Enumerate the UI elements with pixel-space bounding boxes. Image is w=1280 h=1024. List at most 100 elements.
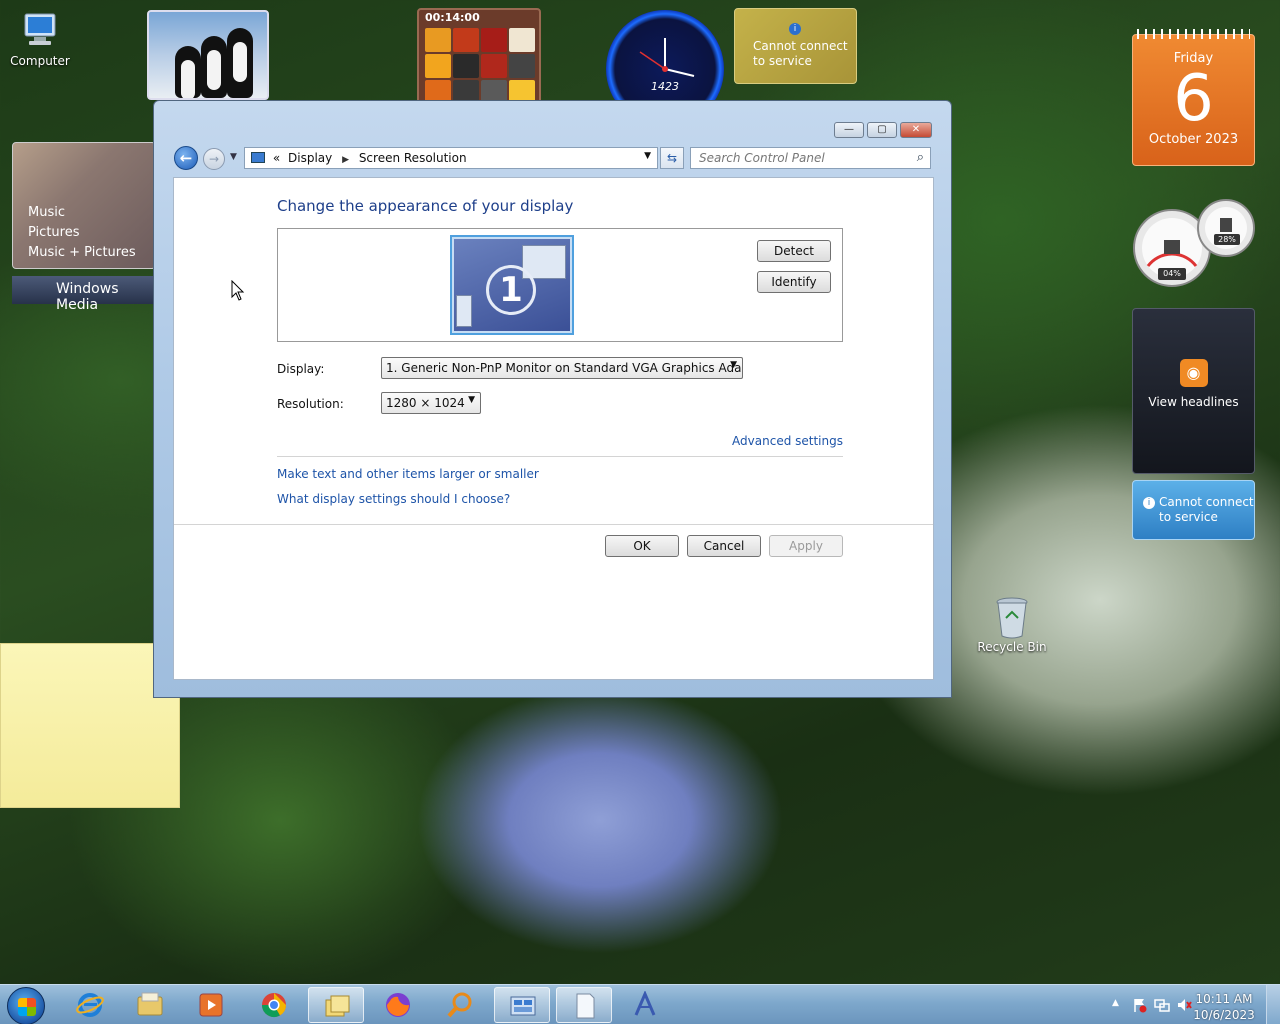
divider bbox=[277, 456, 843, 457]
back-button[interactable]: ← bbox=[174, 146, 198, 170]
address-dropdown-icon[interactable]: ▼ bbox=[644, 151, 651, 161]
start-button[interactable] bbox=[7, 987, 45, 1024]
taskbar-search-tool[interactable] bbox=[432, 987, 488, 1023]
weather-gadget[interactable]: i Cannot connect to service bbox=[734, 8, 857, 84]
media-player-icon bbox=[199, 993, 223, 1017]
media-item-pictures[interactable]: Pictures bbox=[28, 223, 155, 243]
desktop-icon-recycle-bin[interactable]: Recycle Bin bbox=[972, 596, 1052, 654]
rss-icon: ◉ bbox=[1179, 359, 1208, 387]
internet-explorer-icon bbox=[76, 993, 104, 1017]
font-icon bbox=[634, 991, 656, 1016]
control-panel-icon bbox=[251, 152, 265, 163]
text-size-link[interactable]: Make text and other items larger or smal… bbox=[277, 467, 539, 481]
volume-muted-icon[interactable] bbox=[1176, 997, 1192, 1013]
taskbar-date: 10/6/2023 bbox=[1193, 1008, 1255, 1022]
taskbar-control-panel[interactable] bbox=[494, 987, 550, 1023]
currency-status-line1: Cannot connect bbox=[1159, 495, 1254, 509]
breadcrumb-separator-icon[interactable]: ▶ bbox=[342, 155, 349, 165]
cancel-button[interactable]: Cancel bbox=[687, 535, 761, 557]
desktop-icon-computer[interactable]: Computer bbox=[0, 10, 80, 68]
monitor-1-tile[interactable]: 1 bbox=[450, 235, 574, 335]
taskbar-font-tool[interactable] bbox=[617, 987, 673, 1023]
desktop-icon-label: Recycle Bin bbox=[977, 640, 1047, 654]
taskbar-time: 10:11 AM bbox=[1195, 992, 1253, 1006]
info-icon: i bbox=[1143, 497, 1155, 509]
search-icon[interactable]: ⌕ bbox=[917, 150, 924, 165]
windows-media-bar[interactable]: Windows Media bbox=[12, 276, 156, 313]
taskbar-chrome[interactable] bbox=[246, 987, 302, 1023]
system-tray: ▲ 10:11 AM 10/6/2023 bbox=[1090, 985, 1280, 1024]
display-select[interactable]: 1. Generic Non-PnP Monitor on Standard V… bbox=[381, 357, 743, 379]
calendar-gadget[interactable]: Friday 6 October 2023 bbox=[1132, 29, 1255, 166]
gadget-thumbnail-icon bbox=[456, 295, 472, 327]
puzzle-grid[interactable] bbox=[419, 26, 539, 106]
address-bar[interactable]: « Display ▶ Screen Resolution ▼ bbox=[244, 147, 658, 169]
divider bbox=[174, 524, 933, 525]
display-settings-help-link[interactable]: What display settings should I choose? bbox=[277, 492, 510, 506]
taskbar-firefox[interactable] bbox=[370, 987, 426, 1023]
taskbar-explorer[interactable] bbox=[122, 987, 178, 1023]
action-center-flag-icon[interactable] bbox=[1132, 997, 1148, 1013]
info-icon: i bbox=[789, 23, 801, 35]
search-placeholder: Search Control Panel bbox=[699, 151, 825, 165]
document-icon bbox=[576, 993, 595, 1019]
recycle-bin-icon bbox=[992, 596, 1032, 639]
page-title: Change the appearance of your display bbox=[277, 197, 574, 215]
puzzle-timer: 00:14:00 bbox=[425, 11, 480, 24]
address-prefix[interactable]: « bbox=[273, 151, 280, 165]
picture-puzzle-gadget[interactable]: 00:14:00 bbox=[417, 8, 541, 104]
recent-pages-dropdown-icon[interactable]: ▼ bbox=[230, 152, 237, 162]
penguin-image bbox=[227, 28, 253, 98]
currency-gadget[interactable]: i Cannot connect to service bbox=[1132, 480, 1255, 540]
chevron-down-icon: ▼ bbox=[730, 360, 737, 370]
resolution-select[interactable]: 1280 × 1024 ▼ bbox=[381, 392, 481, 414]
calendar-date: 6 bbox=[1173, 62, 1214, 136]
taskbar-windows-explorer[interactable] bbox=[308, 987, 364, 1023]
weather-status-line2: to service bbox=[753, 54, 812, 68]
cpu-readout: 04% bbox=[1158, 268, 1186, 280]
ram-readout: 28% bbox=[1214, 234, 1240, 245]
chrome-icon bbox=[262, 993, 286, 1018]
ok-button[interactable]: OK bbox=[605, 535, 679, 557]
taskbar-media-player[interactable] bbox=[183, 987, 239, 1023]
calendar-rings bbox=[1137, 29, 1250, 39]
breadcrumb-display[interactable]: Display bbox=[288, 151, 332, 165]
resolution-label: Resolution: bbox=[277, 397, 344, 411]
refresh-button[interactable]: ⇆ bbox=[660, 147, 684, 169]
media-item-music-pictures[interactable]: Music + Pictures bbox=[28, 243, 155, 263]
calendar-month: October 2023 bbox=[1148, 132, 1239, 147]
show-desktop-button[interactable] bbox=[1266, 985, 1280, 1024]
content-pane: Change the appearance of your display 1 … bbox=[173, 177, 934, 680]
media-item-music[interactable]: Music bbox=[28, 203, 155, 223]
cpu-meter-gadget[interactable]: 04% 28% bbox=[1132, 196, 1256, 292]
clock-label: 1423 bbox=[651, 80, 679, 93]
media-center-gadget[interactable]: Music Pictures Music + Pictures bbox=[12, 142, 156, 269]
feed-headlines-gadget[interactable]: ◉ View headlines bbox=[1132, 308, 1255, 474]
slideshow-gadget[interactable] bbox=[147, 10, 269, 100]
taskbar-notepad[interactable] bbox=[556, 987, 612, 1023]
apply-button[interactable]: Apply bbox=[769, 535, 843, 557]
breadcrumb-screen-resolution[interactable]: Screen Resolution bbox=[359, 151, 467, 165]
forward-button[interactable]: → bbox=[203, 148, 225, 170]
computer-icon bbox=[20, 10, 60, 50]
detect-button[interactable]: Detect bbox=[757, 240, 831, 262]
taskbar-clock[interactable]: 10:11 AM 10/6/2023 bbox=[1191, 991, 1257, 1023]
maximize-button[interactable]: ▢ bbox=[867, 122, 897, 138]
firefox-icon bbox=[386, 993, 410, 1017]
penguin-image bbox=[201, 36, 227, 98]
monitor-arrangement-area: 1 Detect Identify bbox=[277, 228, 843, 342]
identify-button[interactable]: Identify bbox=[757, 271, 831, 293]
show-hidden-icons-icon[interactable]: ▲ bbox=[1112, 998, 1119, 1008]
penguin-image bbox=[175, 46, 201, 98]
view-headlines-link[interactable]: View headlines bbox=[1133, 395, 1254, 409]
close-button[interactable]: ✕ bbox=[900, 122, 932, 138]
mouse-cursor-icon bbox=[231, 280, 245, 301]
navigation-bar: ← → ▼ « Display ▶ Screen Resolution ▼ ⇆ … bbox=[174, 145, 933, 171]
advanced-settings-link[interactable]: Advanced settings bbox=[732, 434, 843, 448]
weather-status-line1: Cannot connect bbox=[753, 39, 848, 53]
taskbar-internet-explorer[interactable] bbox=[62, 987, 118, 1023]
minimize-button[interactable]: — bbox=[834, 122, 864, 138]
network-icon[interactable] bbox=[1154, 997, 1170, 1013]
search-input[interactable]: Search Control Panel ⌕ bbox=[690, 147, 931, 169]
folders-icon bbox=[325, 995, 350, 1017]
